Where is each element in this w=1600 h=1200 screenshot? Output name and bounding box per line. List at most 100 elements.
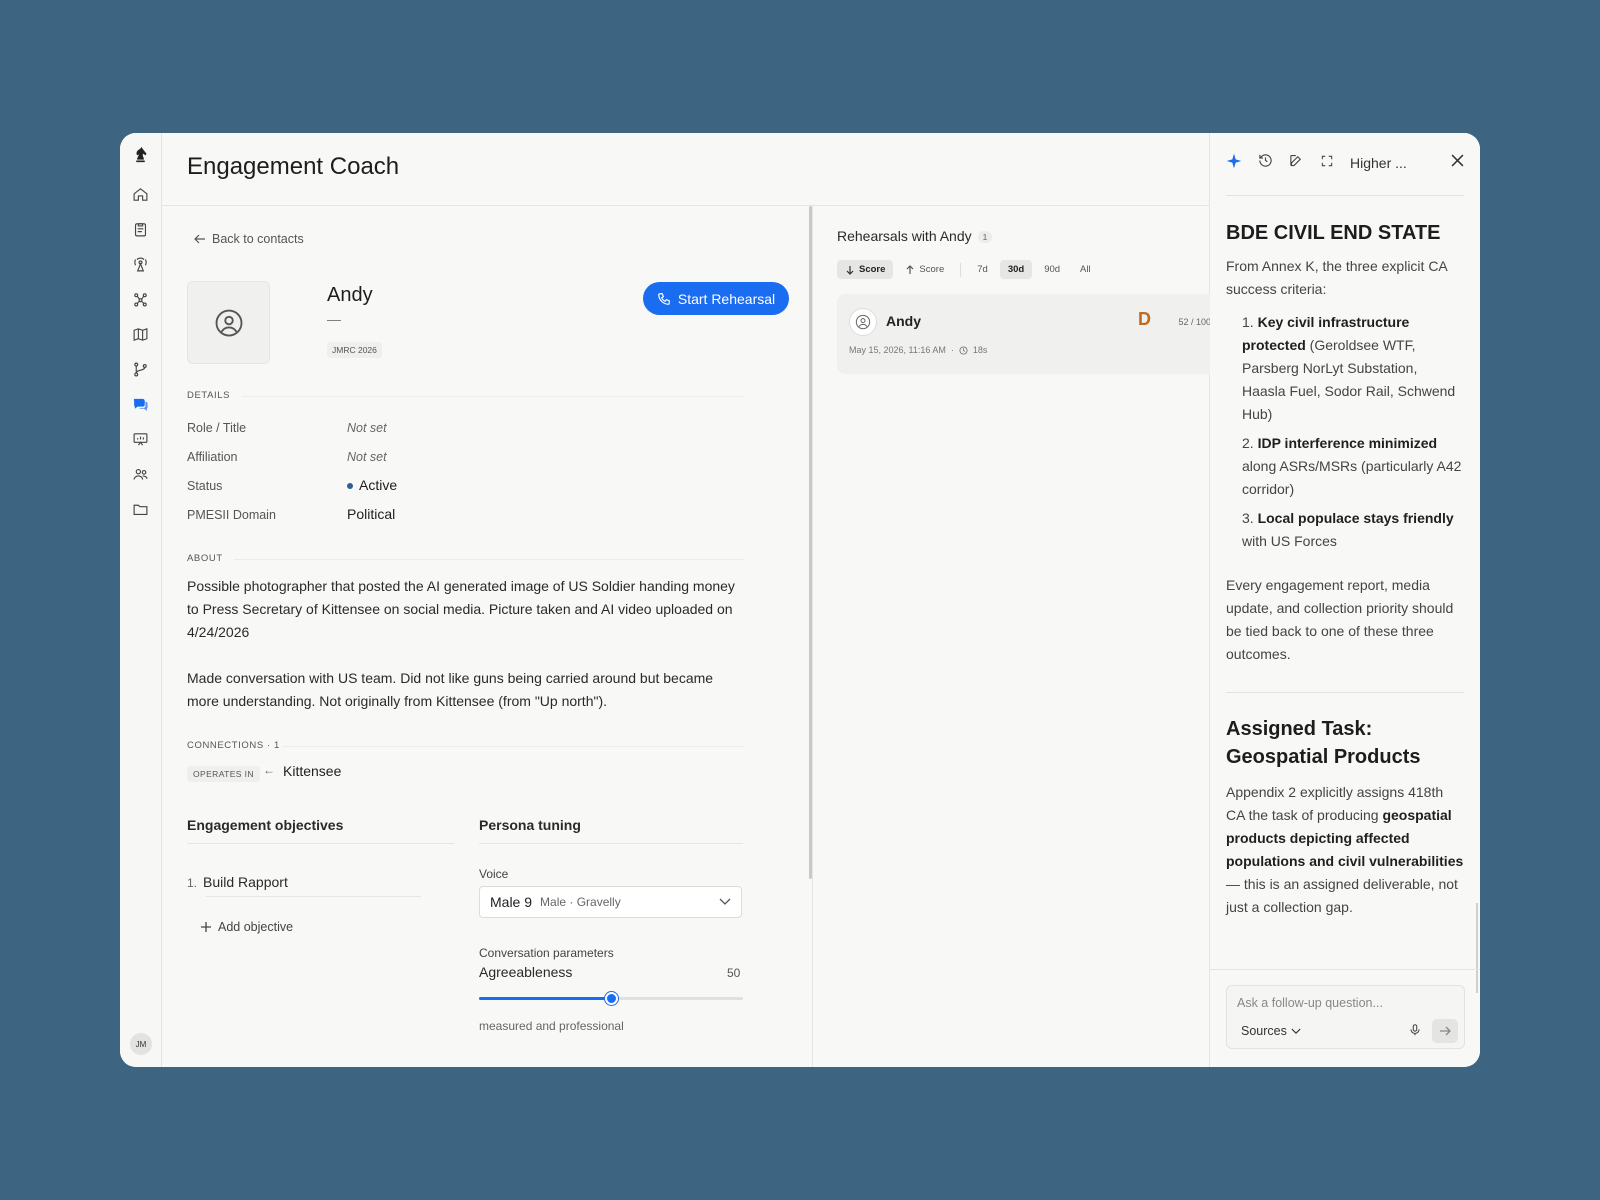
assistant-panel: Higher ... BDE CIVIL END STATE From Anne… [1210, 133, 1480, 1067]
follow-up-input[interactable] [1237, 996, 1437, 1010]
contact-detail-pane: Back to contacts Andy — JMRC 2026 Start … [162, 206, 789, 1067]
nav-users-icon[interactable] [126, 459, 156, 489]
details-section-label: DETAILS [187, 390, 231, 401]
arrow-left-icon [194, 234, 205, 244]
edit-icon[interactable] [1289, 153, 1304, 173]
nav-radio-tower-icon[interactable] [126, 249, 156, 279]
contact-tag: JMRC 2026 [327, 342, 382, 358]
chevron-down-icon [719, 898, 731, 906]
voice-label: Voice [479, 867, 509, 881]
nav-home-icon[interactable] [126, 179, 156, 209]
detail-value-status[interactable]: Active [347, 477, 397, 493]
rehearsal-score: 52 / 100 [1178, 317, 1211, 327]
criteria-intro: From Annex K, the three explicit CA succ… [1226, 258, 1447, 297]
assistant-scrollbar[interactable] [1476, 903, 1478, 993]
rehearsals-pane: Rehearsals with Andy 1 Score Score 7d 30d… [812, 206, 1223, 1067]
rehearsal-card[interactable]: Andy May 15, 2026, 11:16 AM · 18s D 52 /… [837, 294, 1223, 374]
start-rehearsal-button[interactable]: Start Rehearsal [643, 282, 789, 315]
criteria-bold: Local populace stays friendly [1257, 510, 1454, 526]
criteria-rest: along ASRs/MSRs (particularly A42 corrid… [1242, 458, 1462, 497]
microphone-icon[interactable] [1408, 1023, 1422, 1042]
details-rule [242, 396, 744, 397]
rehearsal-date: May 15, 2026, 11:16 AM [849, 345, 946, 355]
start-rehearsal-label: Start Rehearsal [677, 290, 776, 307]
objective-underline [206, 896, 421, 897]
sources-label: Sources [1241, 1024, 1287, 1038]
contact-name: Andy [327, 284, 373, 306]
range-30d-button[interactable]: 30d [999, 260, 1033, 279]
sort-score-asc-button[interactable]: Score [897, 260, 952, 279]
criteria-num: 1. [1242, 314, 1254, 330]
sources-dropdown[interactable]: Sources [1241, 1024, 1301, 1038]
rehearsals-title: Rehearsals with Andy 1 [837, 228, 993, 244]
sort-score-desc-button[interactable]: Score [837, 260, 894, 279]
about-section-label: ABOUT [187, 553, 223, 564]
voice-value: Male 9 [490, 894, 533, 910]
agreeableness-description: measured and professional [479, 1019, 624, 1033]
add-objective-button[interactable]: Add objective [200, 920, 293, 934]
detail-label-role: Role / Title [187, 421, 247, 435]
send-button[interactable] [1432, 1019, 1458, 1043]
assistant-footer-rule [1210, 969, 1480, 970]
assigned-task-heading: Assigned Task: Geospatial Products [1226, 718, 1421, 768]
voice-select[interactable]: Male 9 Male · Gravelly [479, 886, 742, 918]
user-circle-icon [215, 309, 242, 336]
detail-label-status: Status [187, 479, 223, 493]
expand-icon[interactable] [1320, 154, 1334, 173]
objective-item[interactable]: 1. Build Rapport [187, 874, 288, 890]
assistant-section-rule [1226, 692, 1464, 693]
sparkle-icon[interactable] [1226, 153, 1242, 174]
objectives-rule [187, 843, 454, 844]
range-90d-button[interactable]: 90d [1036, 260, 1068, 279]
assistant-header-rule [1226, 195, 1464, 196]
page-title: Engagement Coach [187, 153, 400, 180]
user-avatar[interactable]: JM [130, 1033, 152, 1055]
range-all-button[interactable]: All [1072, 260, 1099, 279]
nav-network-icon[interactable] [126, 284, 156, 314]
connections-section-label: CONNECTIONS · 1 [187, 740, 280, 751]
criteria-num: 3. [1242, 510, 1254, 526]
agreeableness-value: 50 [727, 966, 741, 980]
objective-number: 1. [187, 876, 198, 890]
slider-thumb[interactable] [605, 992, 618, 1005]
nav-chat-bubbles-icon[interactable] [126, 389, 156, 419]
criteria-rest: with US Forces [1242, 533, 1337, 549]
detail-value-pmesii[interactable]: Political [347, 506, 395, 522]
meta-separator: · [950, 345, 954, 355]
criteria-num: 2. [1242, 435, 1254, 451]
connection-kittensee[interactable]: Kittensee [283, 763, 341, 779]
criteria-bold: IDP interference minimized [1257, 435, 1438, 451]
nav-folder-icon[interactable] [126, 494, 156, 524]
history-icon[interactable] [1258, 153, 1273, 173]
nav-git-branch-icon[interactable] [126, 354, 156, 384]
back-to-contacts-link[interactable]: Back to contacts [194, 232, 304, 246]
nav-presentation-icon[interactable] [126, 424, 156, 454]
criteria-item: 3. Local populace stays friendly with US… [1242, 507, 1462, 553]
persona-rule [479, 843, 743, 844]
nav-map-icon[interactable] [126, 319, 156, 349]
assistant-toolbar: Higher ... [1226, 151, 1464, 175]
nav-clipboard-icon[interactable] [126, 214, 156, 244]
sort-score-desc-label: Score [859, 264, 886, 275]
plus-icon [201, 922, 211, 932]
rehearsals-title-text: Rehearsals with Andy [837, 228, 972, 244]
about-paragraph-2: Made conversation with US team. Did not … [187, 670, 714, 709]
connection-type-chip: OPERATES IN [187, 766, 260, 782]
range-7d-button[interactable]: 7d [969, 260, 996, 279]
filter-separator [960, 262, 962, 277]
main-panel: Engagement Coach Back to contacts Andy —… [162, 133, 1223, 1067]
detail-value-affiliation[interactable]: Not set [347, 450, 387, 464]
assistant-title[interactable]: Higher ... [1350, 155, 1407, 171]
close-icon[interactable] [1451, 154, 1464, 172]
agreeableness-slider[interactable] [479, 992, 743, 1005]
contact-avatar [187, 281, 270, 364]
arrow-right-icon [1440, 1026, 1451, 1036]
status-text: Active [359, 477, 398, 493]
connections-rule [282, 746, 744, 747]
detail-value-role[interactable]: Not set [347, 421, 387, 435]
criteria-item: 2. IDP interference minimized along ASRs… [1242, 432, 1462, 501]
sort-score-asc-label: Score [919, 264, 945, 275]
criteria-summary: Every engagement report, media update, a… [1226, 577, 1454, 662]
about-rule [234, 559, 744, 560]
detail-label-pmesii: PMESII Domain [187, 508, 276, 522]
